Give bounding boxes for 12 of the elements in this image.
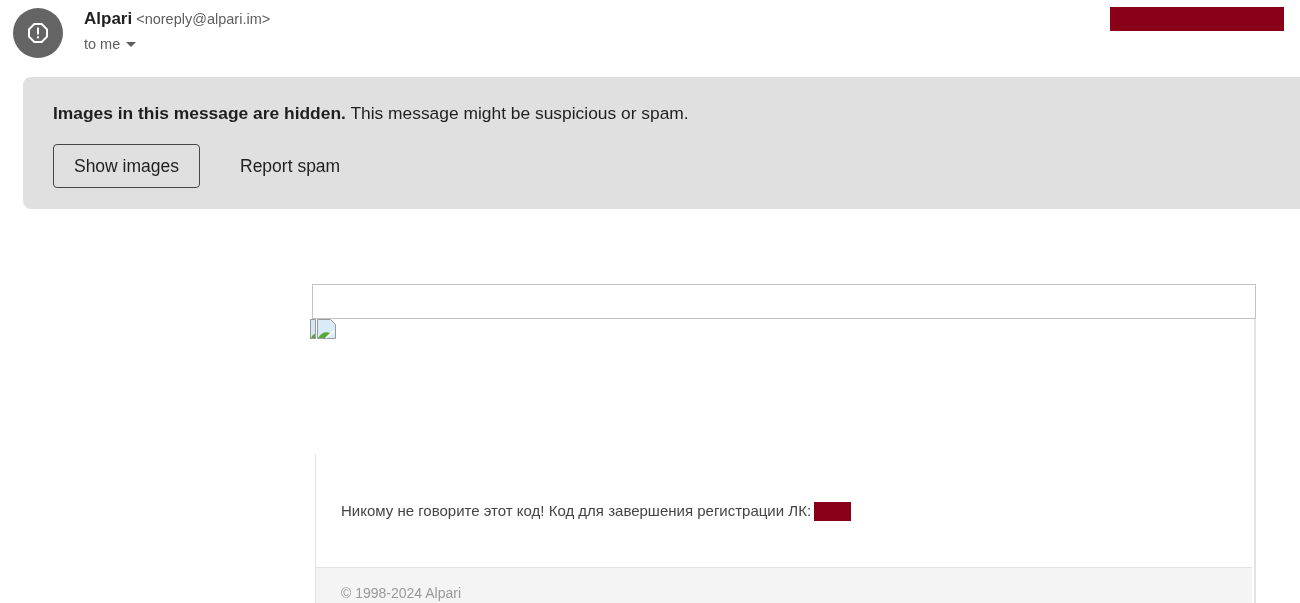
alert-avatar-icon: [13, 8, 63, 58]
redacted-block: [814, 501, 852, 521]
warning-message: Images in this message are hidden. This message might be suspicious or spam.: [53, 103, 690, 123]
report-spam-button[interactable]: Report spam: [220, 144, 361, 188]
sender-email: <noreply@alpari.im>: [136, 10, 271, 29]
message-text: Никому не говорите этот код! Код для завершения регистрации ЛК:: [341, 501, 812, 521]
sender-name: Alpari: [84, 8, 133, 30]
recipient-details-button[interactable]: to me: [84, 34, 137, 54]
caret-icon: [126, 41, 137, 47]
show-images-button[interactable]: Show images: [53, 144, 200, 188]
broken-image-icon: [310, 319, 336, 339]
copyright-text: © 1998-2024 Alpari: [341, 585, 462, 601]
